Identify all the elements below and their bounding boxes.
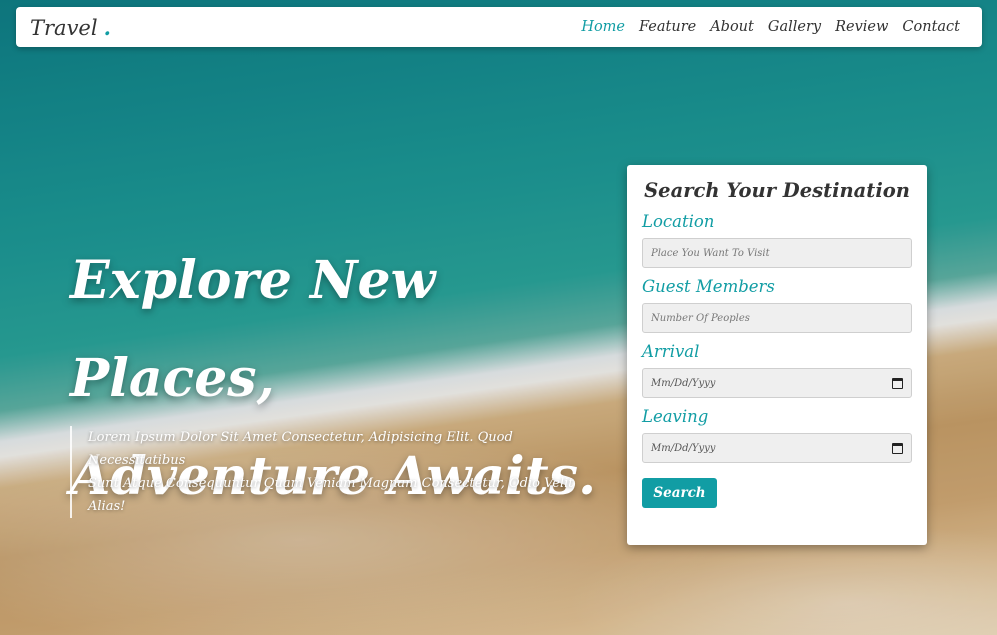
search-button[interactable]: Search bbox=[642, 478, 717, 508]
search-form-title: Search Your Destination bbox=[644, 179, 910, 202]
nav-review[interactable]: Review bbox=[835, 19, 888, 35]
nav-home[interactable]: Home bbox=[581, 19, 625, 35]
main-nav: Home Feature About Gallery Review Contac… bbox=[581, 19, 960, 35]
logo-text: Travel bbox=[30, 15, 98, 40]
nav-feature[interactable]: Feature bbox=[639, 19, 696, 35]
nav-about[interactable]: About bbox=[710, 19, 754, 35]
arrival-date-value: Mm/Dd/Yyyy bbox=[651, 377, 716, 389]
guest-members-label: Guest Members bbox=[642, 277, 775, 296]
guest-members-input[interactable] bbox=[642, 303, 912, 333]
hero-description: Lorem Ipsum Dolor Sit Amet Consectetur, … bbox=[70, 426, 606, 518]
nav-gallery[interactable]: Gallery bbox=[768, 19, 821, 35]
calendar-icon[interactable] bbox=[892, 442, 903, 454]
nav-contact[interactable]: Contact bbox=[902, 19, 960, 35]
location-input[interactable] bbox=[642, 238, 912, 268]
leaving-date-value: Mm/Dd/Yyyy bbox=[651, 442, 716, 454]
hero-title-line1: Explore New Places, bbox=[70, 250, 436, 409]
leaving-label: Leaving bbox=[642, 407, 709, 426]
arrival-label: Arrival bbox=[642, 342, 700, 361]
location-label: Location bbox=[642, 212, 715, 231]
hero-description-line2: Sunt Atque Consequuntur Quam Veniam Magn… bbox=[88, 476, 574, 514]
calendar-icon[interactable] bbox=[892, 377, 903, 389]
arrival-date-input[interactable]: Mm/Dd/Yyyy bbox=[642, 368, 912, 398]
leaving-date-input[interactable]: Mm/Dd/Yyyy bbox=[642, 433, 912, 463]
logo-dot: . bbox=[103, 14, 111, 40]
logo[interactable]: Travel. bbox=[30, 15, 111, 40]
search-destination-form: Search Your Destination Location Guest M… bbox=[627, 165, 927, 545]
top-navbar: Travel. Home Feature About Gallery Revie… bbox=[16, 7, 982, 47]
hero-description-line1: Lorem Ipsum Dolor Sit Amet Consectetur, … bbox=[88, 430, 513, 468]
